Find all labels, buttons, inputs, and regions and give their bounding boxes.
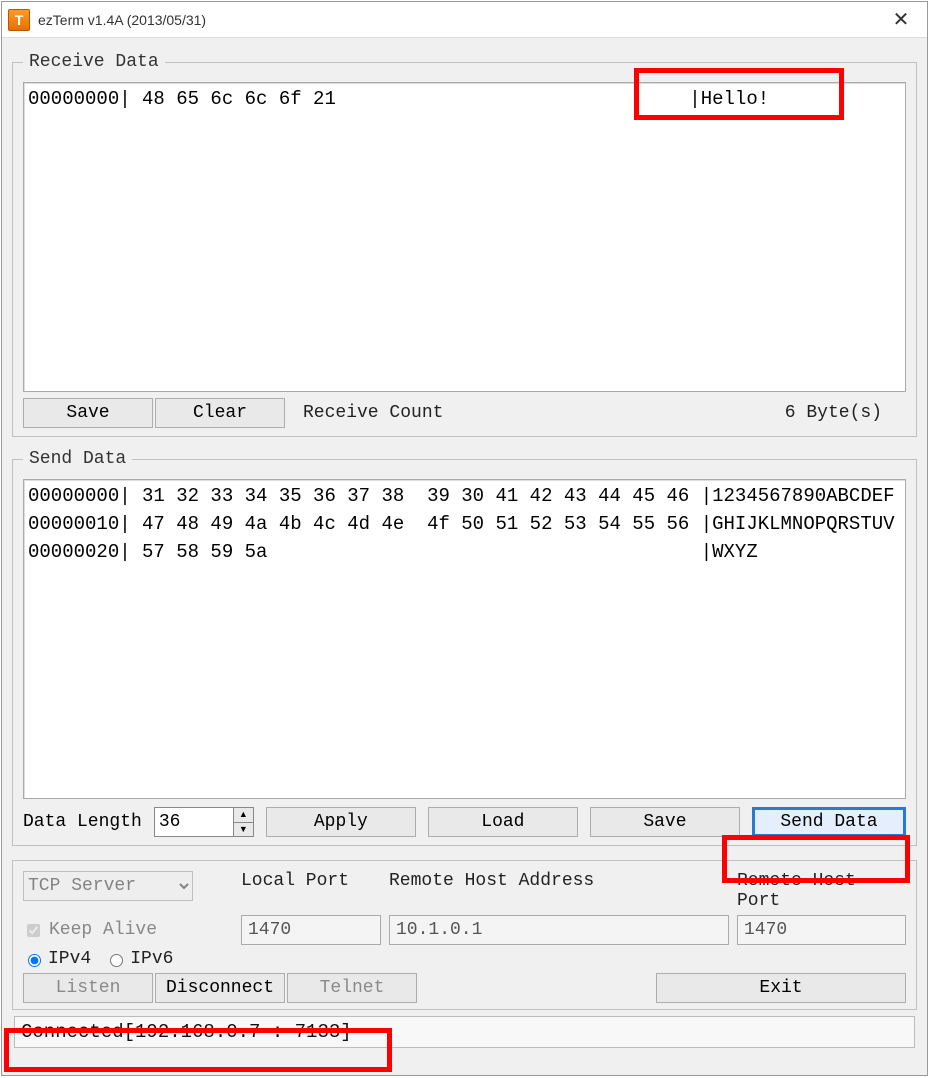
ip-version-radios: IPv4 IPv6 [23, 949, 906, 969]
data-length-spinner[interactable]: ▲ ▼ [154, 807, 254, 837]
send-legend: Send Data [23, 449, 132, 469]
connection-panel: TCP Server Local Port Remote Host Addres… [12, 860, 917, 1010]
send-save-button[interactable]: Save [590, 807, 740, 837]
keep-alive-label: Keep Alive [49, 920, 157, 940]
app-window: T ezTerm v1.4A (2013/05/31) ✕ Receive Da… [1, 1, 928, 1076]
data-length-label: Data Length [23, 812, 142, 832]
window-title: ezTerm v1.4A (2013/05/31) [38, 12, 881, 28]
titlebar: T ezTerm v1.4A (2013/05/31) ✕ [2, 2, 927, 38]
remote-host-input[interactable] [389, 915, 729, 945]
ipv6-radio[interactable] [110, 954, 123, 967]
telnet-button[interactable]: Telnet [287, 973, 417, 1003]
receive-legend: Receive Data [23, 52, 165, 72]
chevron-up-icon[interactable]: ▲ [234, 808, 253, 823]
chevron-down-icon[interactable]: ▼ [234, 823, 253, 837]
apply-button[interactable]: Apply [266, 807, 416, 837]
receive-count-value: 6 Byte(s) [785, 403, 882, 423]
ipv4-option[interactable]: IPv4 [23, 949, 91, 969]
app-icon: T [8, 9, 30, 31]
send-group: Send Data 00000000| 31 32 33 34 35 36 37… [12, 449, 917, 846]
keep-alive-row: Keep Alive [23, 915, 233, 945]
exit-button[interactable]: Exit [656, 973, 906, 1003]
remote-port-label: Remote Host Port [737, 871, 906, 911]
receive-count-label: Receive Count [303, 403, 783, 423]
receive-controls: Save Clear Receive Count 6 Byte(s) [23, 398, 906, 428]
status-bar: Connected[192.168.0.7 : 7133] [14, 1016, 915, 1048]
receive-hex-view[interactable]: 00000000| 48 65 6c 6c 6f 21 |Hello! [23, 82, 906, 392]
send-hex-view[interactable]: 00000000| 31 32 33 34 35 36 37 38 39 30 … [23, 479, 906, 799]
remote-host-label: Remote Host Address [389, 871, 729, 911]
ipv6-option[interactable]: IPv6 [105, 949, 173, 969]
spinner-arrows[interactable]: ▲ ▼ [234, 807, 254, 837]
local-port-input[interactable] [241, 915, 381, 945]
ipv4-radio[interactable] [28, 954, 41, 967]
send-data-button[interactable]: Send Data [752, 807, 906, 837]
mode-cell: TCP Server [23, 871, 233, 911]
connection-buttons: Listen Disconnect Telnet Exit [23, 973, 906, 1003]
listen-button[interactable]: Listen [23, 973, 153, 1003]
keep-alive-checkbox[interactable] [27, 924, 40, 937]
disconnect-button[interactable]: Disconnect [155, 973, 285, 1003]
receive-group: Receive Data 00000000| 48 65 6c 6c 6f 21… [12, 52, 917, 437]
load-button[interactable]: Load [428, 807, 578, 837]
local-port-label: Local Port [241, 871, 381, 911]
send-controls: Data Length ▲ ▼ Apply Load Save Send Dat… [23, 807, 906, 837]
data-length-input[interactable] [154, 807, 234, 837]
receive-save-button[interactable]: Save [23, 398, 153, 428]
close-icon[interactable]: ✕ [881, 7, 921, 32]
mode-select[interactable]: TCP Server [23, 871, 193, 901]
client-area: Receive Data 00000000| 48 65 6c 6c 6f 21… [2, 38, 927, 1075]
remote-port-input[interactable] [737, 915, 906, 945]
receive-clear-button[interactable]: Clear [155, 398, 285, 428]
